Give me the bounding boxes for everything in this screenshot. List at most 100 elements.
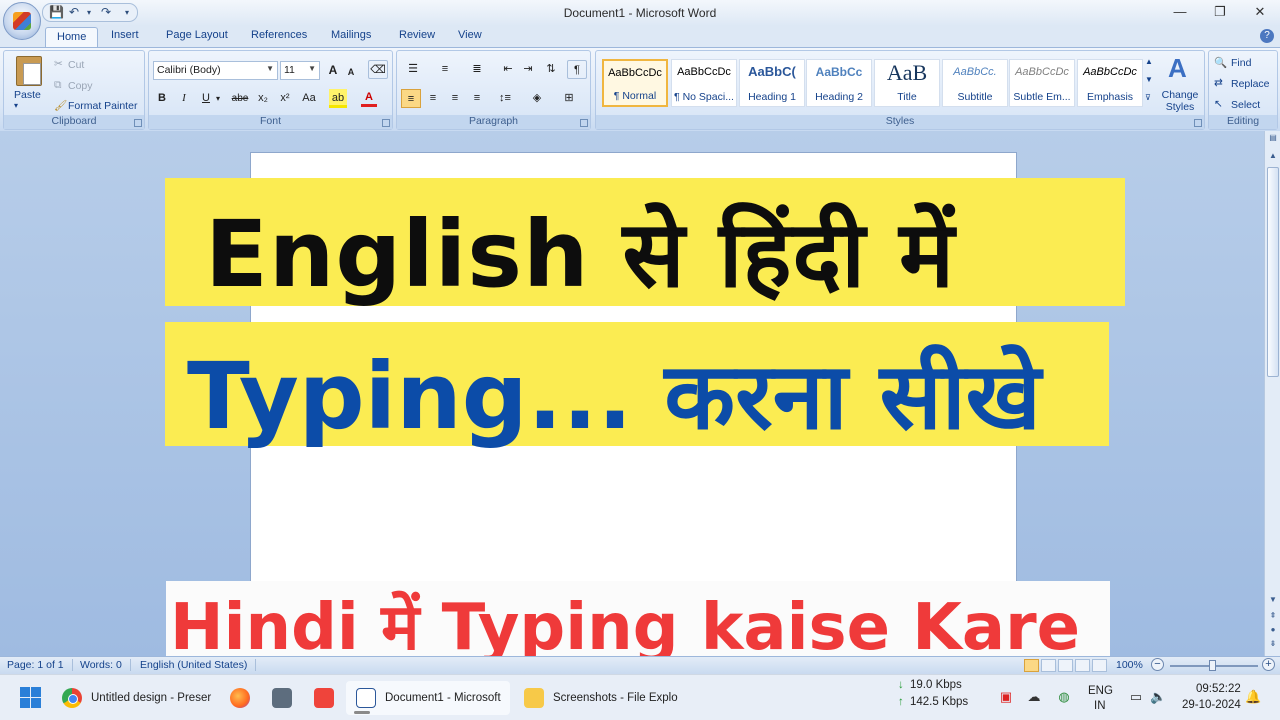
sort-icon[interactable]: ⇅: [541, 60, 561, 79]
subscript-button[interactable]: x₂: [254, 89, 272, 108]
vertical-scrollbar[interactable]: ▤ ▲ ▼ ⇞ ● ⇟: [1264, 131, 1280, 656]
style-heading-1[interactable]: AaBbC( Heading 1: [739, 59, 805, 107]
volume-icon[interactable]: 🔈: [1150, 689, 1166, 705]
cloud-off-icon[interactable]: ☁: [1026, 689, 1042, 705]
clipboard-launcher-icon[interactable]: [134, 119, 142, 127]
highlight-icon[interactable]: ab: [329, 89, 347, 108]
globe-icon[interactable]: ◍: [1056, 689, 1072, 705]
taskbar-app-word[interactable]: Document1 - Microsoft: [346, 681, 510, 715]
draft-icon[interactable]: [1092, 659, 1107, 672]
print-layout-icon[interactable]: [1024, 659, 1039, 672]
bullets-icon[interactable]: ☰: [401, 60, 425, 79]
taskbar-app-anydesk[interactable]: [306, 681, 342, 715]
superscript-button[interactable]: x²: [276, 89, 294, 108]
select-button[interactable]: Select: [1231, 99, 1260, 111]
network-icon[interactable]: ▭: [1128, 689, 1144, 705]
scroll-up-icon[interactable]: ▲: [1265, 151, 1280, 160]
input-language[interactable]: ENG: [1088, 685, 1113, 697]
strikethrough-button[interactable]: abe: [229, 89, 251, 108]
help-icon[interactable]: ?: [1260, 29, 1274, 43]
windows-start-icon[interactable]: [20, 687, 41, 708]
cut-button[interactable]: Cut: [68, 59, 84, 71]
input-region[interactable]: IN: [1094, 700, 1106, 712]
font-family-select[interactable]: Calibri (Body) ▼: [153, 61, 278, 80]
gallery-up-icon[interactable]: ▲: [1145, 57, 1153, 66]
taskbar-app-firefox[interactable]: [222, 681, 258, 715]
tab-insert[interactable]: Insert: [111, 29, 139, 41]
shading-icon[interactable]: ◈: [525, 89, 549, 108]
taskbar-app-chrome[interactable]: Untitled design - Preser: [52, 681, 220, 715]
next-page-icon[interactable]: ⇟: [1265, 639, 1280, 648]
clock-time[interactable]: 09:52:22: [1196, 683, 1241, 695]
zoom-level[interactable]: 100%: [1116, 659, 1143, 671]
tab-review[interactable]: Review: [399, 29, 435, 41]
style-subtle-emphasis[interactable]: AaBbCcDc Subtle Em...: [1009, 59, 1075, 107]
paste-button[interactable]: Paste: [14, 89, 41, 101]
format-painter-button[interactable]: Format Painter: [68, 100, 137, 112]
tab-references[interactable]: References: [251, 29, 307, 41]
change-case-button[interactable]: Aa: [299, 89, 319, 108]
find-button[interactable]: Find: [1231, 57, 1251, 69]
style-title[interactable]: AaB Title: [874, 59, 940, 107]
gallery-more-icon[interactable]: ⊽: [1145, 93, 1151, 102]
increase-indent-icon[interactable]: ⇥: [519, 60, 537, 79]
change-styles-button[interactable]: Change Styles: [1161, 89, 1199, 113]
style-emphasis[interactable]: AaBbCcDc Emphasis: [1077, 59, 1143, 107]
italic-button[interactable]: I: [175, 89, 193, 108]
decrease-indent-icon[interactable]: ⇤: [499, 60, 517, 79]
bold-button[interactable]: B: [153, 89, 171, 108]
scroll-down-icon[interactable]: ▼: [1265, 595, 1280, 604]
zoom-slider-thumb[interactable]: [1209, 660, 1216, 671]
zoom-out-icon[interactable]: −: [1151, 658, 1164, 671]
align-center-icon[interactable]: ≡: [423, 89, 443, 108]
line-spacing-icon[interactable]: ↕≡: [493, 89, 517, 108]
grow-font-button[interactable]: A: [325, 61, 341, 80]
gallery-down-icon[interactable]: ▼: [1145, 75, 1153, 84]
zoom-in-icon[interactable]: +: [1262, 658, 1275, 671]
underline-dropdown-icon[interactable]: ▾: [213, 89, 223, 108]
styles-launcher-icon[interactable]: [1194, 119, 1202, 127]
clear-formatting-icon[interactable]: ⌫: [368, 60, 388, 79]
language-status[interactable]: English (United States): [140, 659, 257, 671]
paste-dropdown-icon[interactable]: ▾: [14, 101, 18, 110]
close-button[interactable]: ✕: [1240, 0, 1280, 26]
style-normal[interactable]: AaBbCcDc ¶ Normal: [602, 59, 668, 107]
style-subtitle[interactable]: AaBbCc. Subtitle: [942, 59, 1008, 107]
font-size-select[interactable]: 11 ▼: [280, 61, 320, 80]
ruler-toggle-icon[interactable]: ▤: [1265, 133, 1280, 142]
tab-mailings[interactable]: Mailings: [331, 29, 371, 41]
change-styles-icon[interactable]: A: [1168, 53, 1187, 84]
align-left-icon[interactable]: ≡: [401, 89, 421, 108]
justify-icon[interactable]: ≡: [467, 89, 487, 108]
numbering-icon[interactable]: ≡: [433, 60, 457, 79]
notification-bell-icon[interactable]: 🔔: [1245, 689, 1261, 705]
tab-home[interactable]: Home: [45, 27, 99, 49]
word-count[interactable]: Words: 0: [80, 659, 131, 671]
style-heading-2[interactable]: AaBbCc Heading 2: [806, 59, 872, 107]
outline-icon[interactable]: [1075, 659, 1090, 672]
taskbar-app-explorer[interactable]: Screenshots - File Explo: [514, 681, 684, 715]
font-color-button[interactable]: A: [361, 88, 377, 107]
copy-button[interactable]: Copy: [68, 80, 93, 92]
shrink-font-button[interactable]: A: [344, 63, 358, 82]
clock-date[interactable]: 29-10-2024: [1182, 699, 1241, 711]
font-launcher-icon[interactable]: [382, 119, 390, 127]
borders-icon[interactable]: ⊞: [557, 89, 581, 108]
previous-page-icon[interactable]: ⇞: [1265, 611, 1280, 620]
multilevel-list-icon[interactable]: ≣: [465, 60, 489, 79]
tab-page-layout[interactable]: Page Layout: [166, 29, 228, 41]
paragraph-launcher-icon[interactable]: [580, 119, 588, 127]
scroll-thumb[interactable]: [1267, 167, 1279, 377]
style-no-spacing[interactable]: AaBbCcDc ¶ No Spaci...: [671, 59, 737, 107]
minimize-button[interactable]: —: [1160, 0, 1200, 26]
taskbar-app-calculator[interactable]: [264, 681, 300, 715]
web-layout-icon[interactable]: [1058, 659, 1073, 672]
browse-object-icon[interactable]: ●: [1265, 625, 1280, 634]
show-marks-button[interactable]: ¶: [567, 60, 587, 79]
office-button[interactable]: [3, 2, 41, 40]
replace-button[interactable]: Replace: [1231, 78, 1270, 90]
office-tray-icon[interactable]: ▣: [998, 689, 1014, 705]
full-screen-reading-icon[interactable]: [1041, 659, 1056, 672]
align-right-icon[interactable]: ≡: [445, 89, 465, 108]
paste-icon[interactable]: [16, 56, 42, 86]
